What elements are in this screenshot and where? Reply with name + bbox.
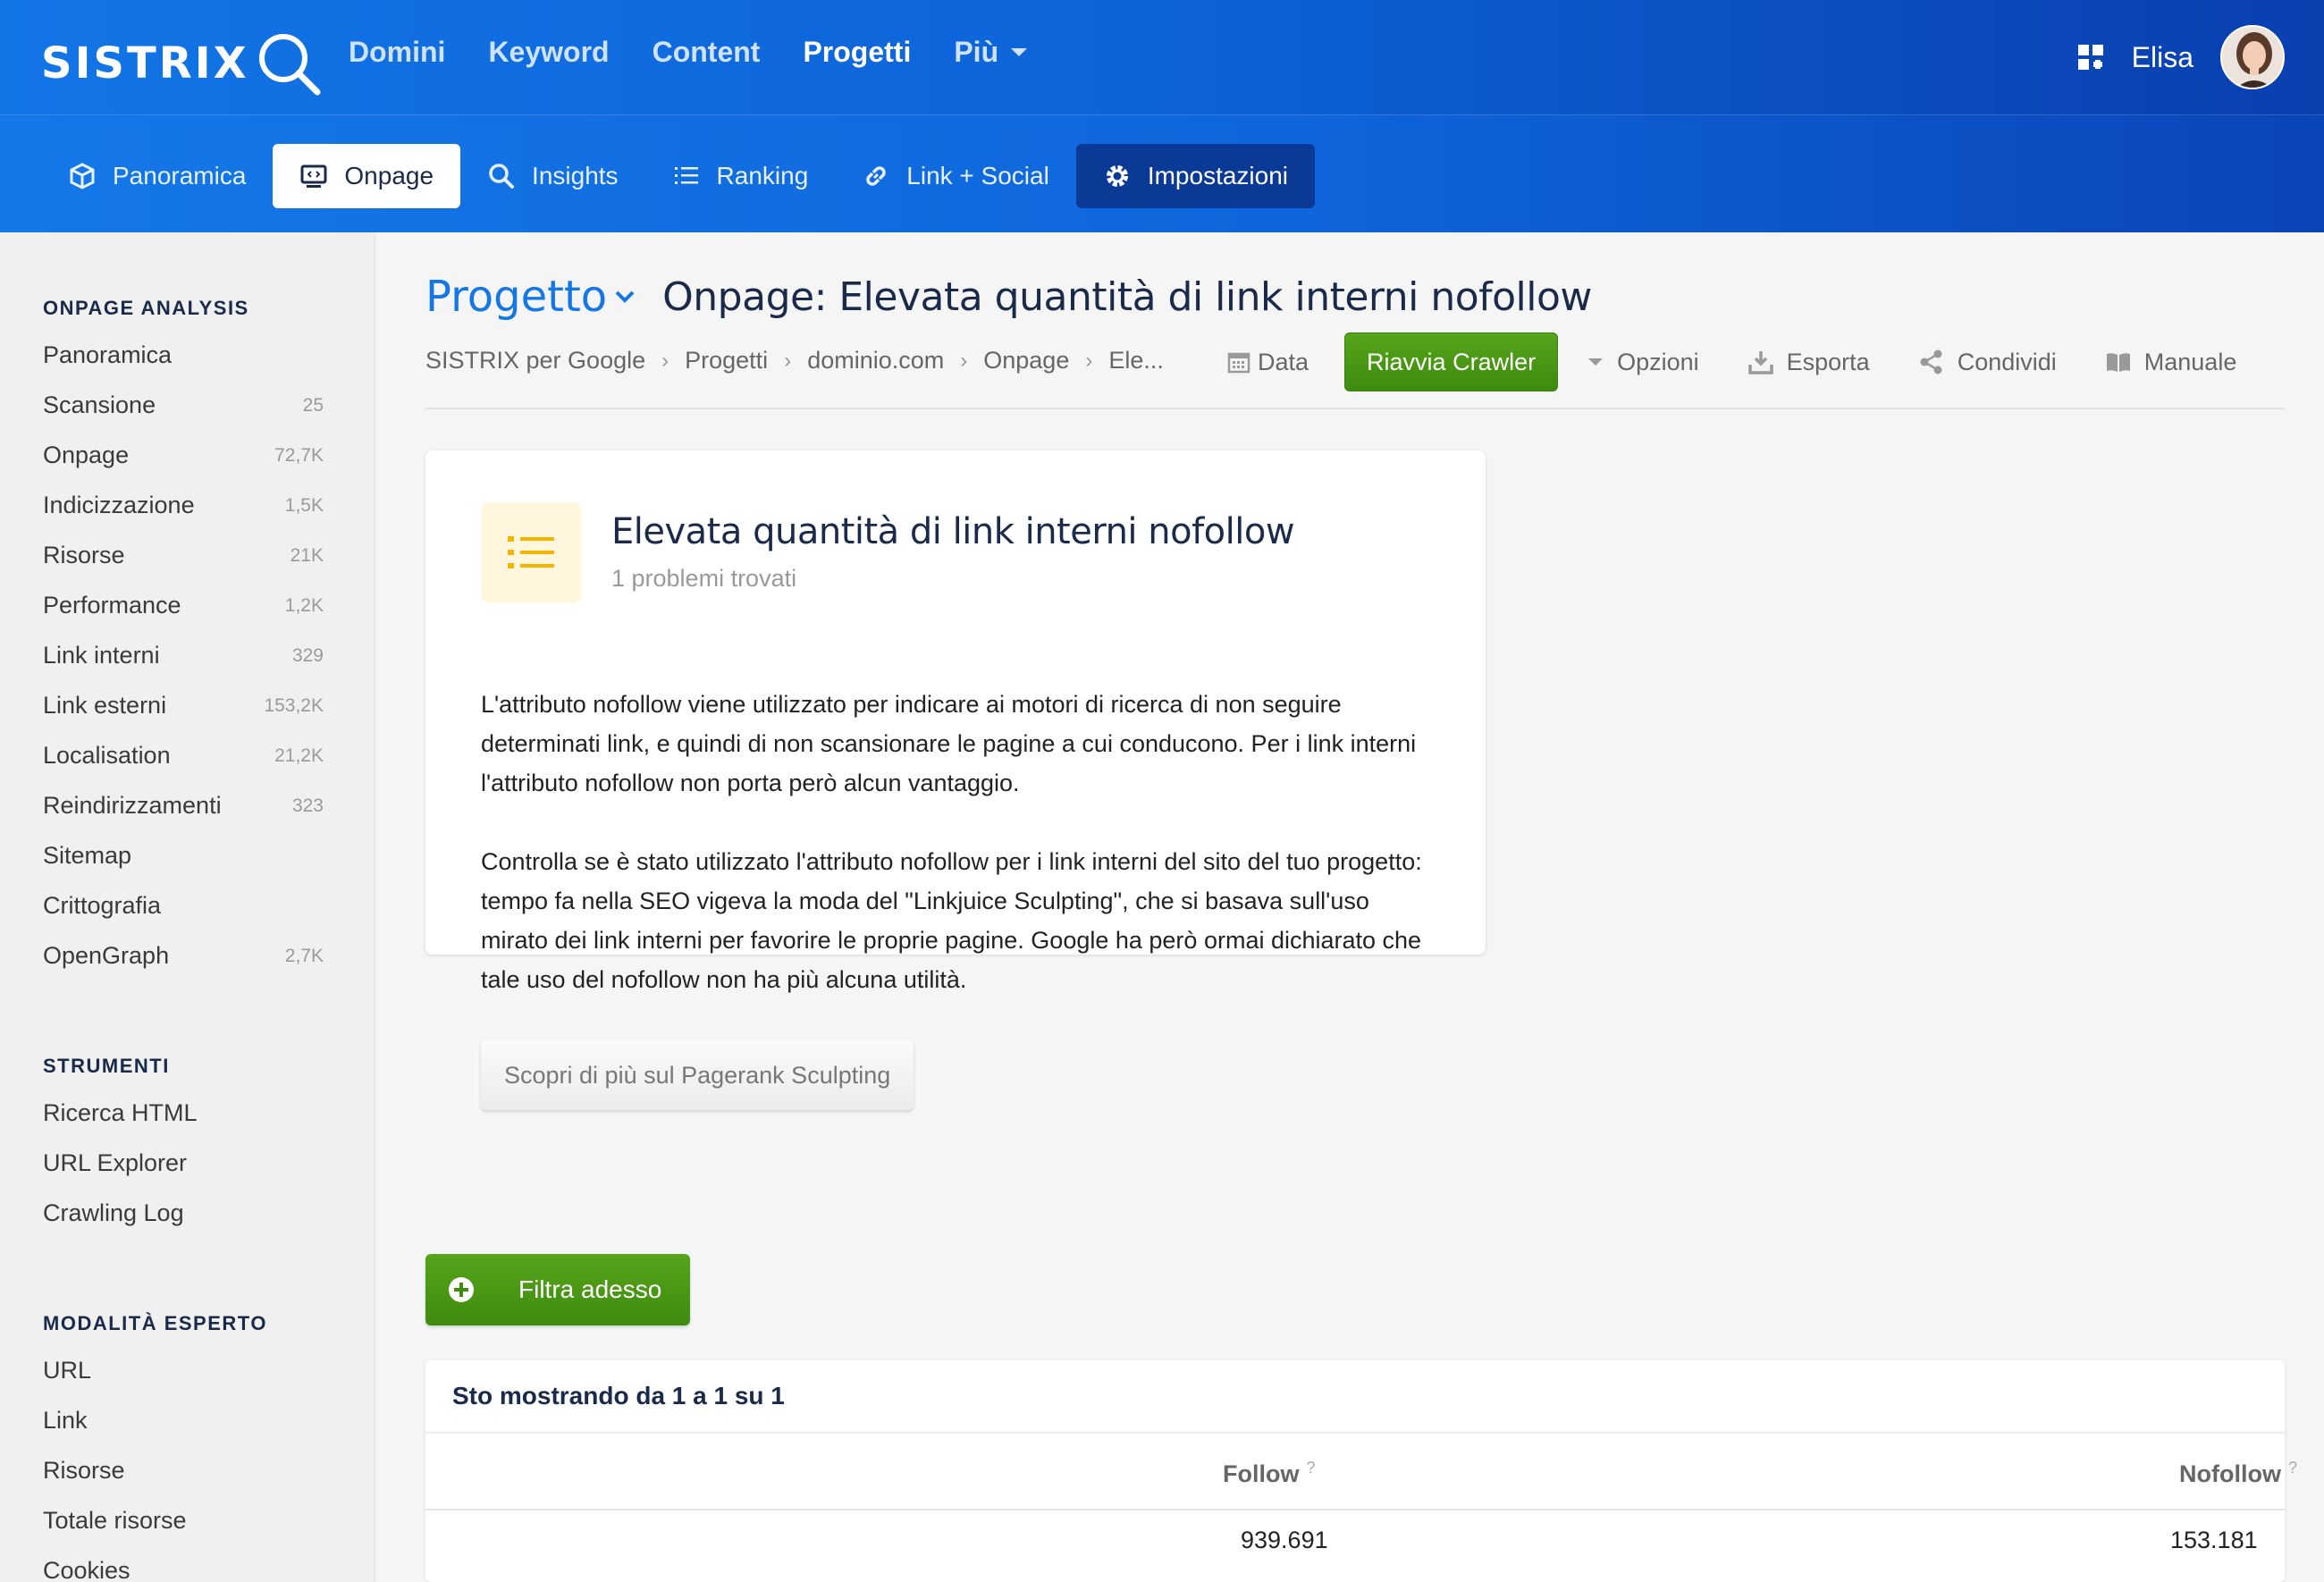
learn-more-button[interactable]: Scopri di più sul Pagerank Sculpting [481,1040,914,1110]
breadcrumb-onpage[interactable]: Onpage [983,347,1069,374]
issue-title: Elevata quantità di link interni nofollo… [611,511,1295,552]
export-button[interactable]: Esporta [1747,349,1870,376]
date-selector[interactable]: Data [1227,349,1309,376]
sidebar-section-onpage-analysis: ONPAGE ANALYSIS [43,297,249,319]
tab-impostazioni[interactable]: Impostazioni [1075,144,1316,208]
breadcrumb-separator: › [784,348,792,373]
nav-progetti[interactable]: Progetti [803,36,911,69]
results-table: Sto mostrando da 1 a 1 su 1 Follow? Nofo… [425,1360,2297,1582]
sidebar-item-performance[interactable]: Performance 1,2K [43,592,324,619]
tab-onpage[interactable]: Onpage [273,144,461,208]
table-header-row: Follow? Nofollow? [425,1435,2297,1510]
nav-piu[interactable]: Più [954,36,1029,69]
user-name[interactable]: Elisa [2132,41,2193,74]
options-button[interactable]: Opzioni [1587,349,1699,376]
sidebar-item-scansione[interactable]: Scansione 25 [43,391,324,419]
gear-icon [1106,165,1128,187]
magnifier-logo-icon [258,34,321,96]
plus-circle-icon [449,1277,474,1302]
breadcrumb-separator: › [661,348,669,373]
list-icon [674,167,698,184]
sidebar-item-reindirizzamenti[interactable]: Reindirizzamenti 323 [43,792,324,820]
breadcrumb-separator: › [960,348,968,373]
tab-ranking[interactable]: Ranking [645,144,836,208]
sidebar-item-url-explorer[interactable]: URL Explorer [43,1149,324,1177]
sidebar-section-strumenti: STRUMENTI [43,1055,170,1077]
column-follow[interactable]: Follow? [1223,1459,1316,1488]
sidebar-item-risorse-esperto[interactable]: Risorse [43,1457,324,1485]
sidebar-item-localisation[interactable]: Localisation 21,2K [43,742,324,770]
sidebar-item-indicizzazione[interactable]: Indicizzazione 1,5K [43,492,324,519]
breadcrumb-progetti[interactable]: Progetti [685,347,768,374]
main-nav: Domini Keyword Content Progetti Più [349,36,1029,69]
link-icon [866,166,887,186]
nav-domini[interactable]: Domini [349,36,445,69]
sidebar-item-url[interactable]: URL [43,1357,324,1384]
breadcrumb: SISTRIX per Google › Progetti › dominio.… [425,347,1164,374]
help-icon[interactable]: ? [2288,1459,2297,1477]
project-subnav: Panoramica Onpage Insights Ranking Link … [0,114,2324,232]
issue-count: 1 problemi trovati [611,565,797,592]
sidebar-item-crawling-log[interactable]: Crawling Log [43,1199,324,1227]
sidebar-item-onpage[interactable]: Onpage 72,7K [43,442,324,469]
restart-crawler-button[interactable]: Riavvia Crawler [1344,332,1559,391]
search-icon [489,164,515,189]
book-icon [2106,353,2130,372]
breadcrumb-current: Ele... [1108,347,1164,374]
tab-link-social[interactable]: Link + Social [835,144,1076,208]
breadcrumb-separator: › [1085,348,1093,373]
top-header: SISTRIX Domini Keyword Content Progetti … [0,0,2324,114]
column-nofollow[interactable]: Nofollow? [2179,1459,2297,1488]
toolbar: Data Riavvia Crawler Opzioni Esporta Con… [1227,332,2236,391]
user-area: Elisa [2076,25,2285,89]
avatar[interactable] [2220,25,2285,89]
issue-description-2: Controlla se è stato utilizzato l'attrib… [481,848,1422,993]
share-button[interactable]: Condividi [1918,349,2057,376]
breadcrumb-sistrix[interactable]: SISTRIX per Google [425,347,645,374]
sidebar-item-cookies[interactable]: Cookies [43,1557,324,1582]
sidebar-item-link-esterni[interactable]: Link esterni 153,2K [43,692,324,719]
cell-follow-value: 939.691 [1241,1527,1328,1553]
download-icon [1747,351,1773,374]
tab-insights[interactable]: Insights [460,144,645,208]
cell-nofollow-value: 153.181 [2170,1527,2258,1553]
manual-button[interactable]: Manuale [2105,349,2236,376]
sidebar-item-sitemap[interactable]: Sitemap [43,842,324,870]
filter-now-button[interactable]: Filtra adesso [425,1254,690,1325]
sidebar-section-modalita-esperto: MODALITÀ ESPERTO [43,1312,267,1334]
logo-text: SISTRIX [41,38,249,88]
sidebar-item-opengraph[interactable]: OpenGraph 2,7K [43,942,324,970]
chevron-down-icon [615,290,635,303]
project-dropdown[interactable]: Progetto [425,272,636,322]
sidebar: ONPAGE ANALYSIS Panoramica Scansione 25 O… [0,232,375,1582]
main-content: Progetto Onpage: Elevata quantità di lin… [375,232,2324,1582]
issue-list-icon [481,502,581,602]
sidebar-item-totale-risorse[interactable]: Totale risorse [43,1507,324,1535]
monitor-code-icon [300,164,327,188]
caret-down-icon [1011,47,1028,56]
sidebar-item-crittografia[interactable]: Crittografia [43,892,324,920]
sidebar-item-link-interni[interactable]: Link interni 329 [43,642,324,669]
issue-card: Elevata quantità di link interni nofollo… [425,450,1486,1110]
page-title: Onpage: Elevata quantità di link interni… [662,273,1592,320]
issue-description-1: L'attributo nofollow viene utilizzato pe… [481,691,1417,796]
sidebar-item-link[interactable]: Link [43,1407,324,1435]
cube-icon [70,163,95,189]
sidebar-item-panoramica[interactable]: Panoramica [43,341,324,369]
breadcrumb-domain[interactable]: dominio.com [807,347,944,374]
caret-down-icon [1588,358,1604,366]
sistrix-logo[interactable]: SISTRIX [41,32,323,96]
tab-panoramica[interactable]: Panoramica [41,144,273,208]
nav-keyword[interactable]: Keyword [488,36,609,69]
grid-icon[interactable] [2076,43,2105,72]
nav-content[interactable]: Content [653,36,761,69]
help-icon[interactable]: ? [1306,1459,1315,1477]
table-summary: Sto mostrando da 1 a 1 su 1 [425,1360,2285,1434]
sidebar-item-ricerca-html[interactable]: Ricerca HTML [43,1099,324,1127]
calendar-icon [1227,352,1250,374]
share-icon [1920,349,1942,374]
sidebar-item-risorse[interactable]: Risorse 21K [43,542,324,569]
header-divider [425,408,2285,409]
